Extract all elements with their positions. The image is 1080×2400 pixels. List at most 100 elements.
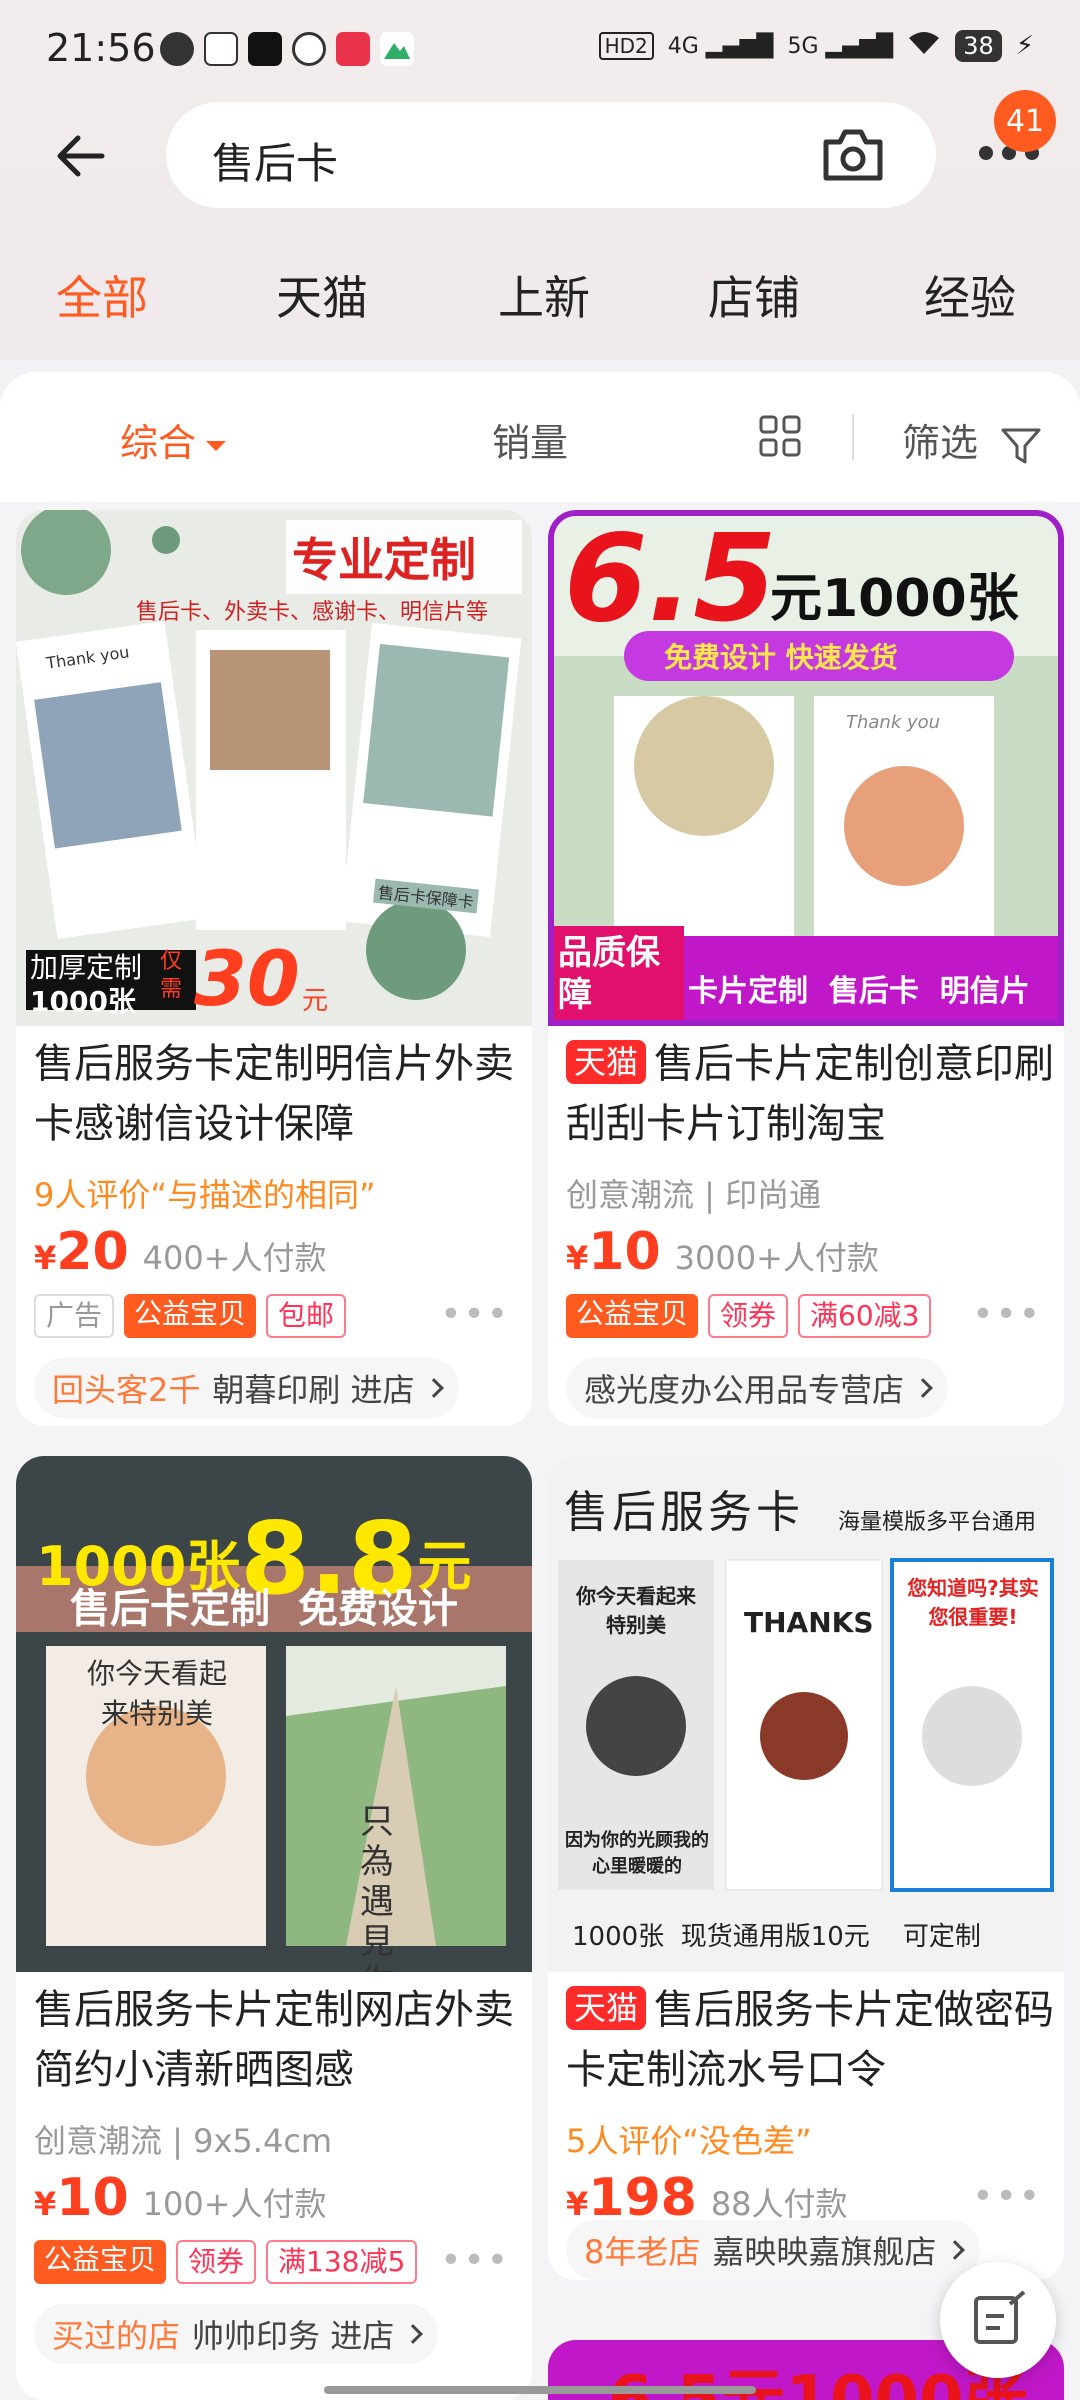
- back-button[interactable]: [50, 126, 110, 186]
- free-shipping-tag: 包邮: [266, 1294, 347, 1338]
- signal-5g-icon: 5G ▂▄▆█: [787, 33, 894, 59]
- paid-count: 100+人付款: [142, 2185, 327, 2223]
- currency-symbol: ¥: [34, 2185, 57, 2223]
- shop-link[interactable]: 回头客2千 朝暮印刷 进店: [34, 1358, 459, 1418]
- tab-all[interactable]: 全部: [56, 262, 148, 328]
- price-row: ¥ 10 100+人付款: [34, 2168, 327, 2228]
- ad-tag: 广告: [34, 1294, 115, 1338]
- product-image[interactable]: 1000张8.8元 售后卡定制 免费设计 你今天看起来特别美 只為遇見你: [16, 1456, 532, 1972]
- currency-symbol: ¥: [34, 1239, 57, 1277]
- product-title[interactable]: 售后服务卡片定制网店外卖简约小清新晒图感: [34, 1980, 524, 2100]
- product-title[interactable]: 售后服务卡定制明信片外卖卡感谢信设计保障: [34, 1034, 524, 1154]
- image-badge: 仅需: [160, 949, 183, 1002]
- more-dots-icon[interactable]: •••: [972, 1294, 1042, 1335]
- product-price: 198: [588, 2168, 697, 2228]
- product-card[interactable]: 1000张8.8元 售后卡定制 免费设计 你今天看起来特别美 只為遇見你 售后服…: [16, 1456, 532, 2400]
- charity-tag: 公益宝贝: [124, 1294, 257, 1338]
- edit-note-icon: [974, 2290, 1026, 2344]
- image-headline: 元1000张: [770, 569, 1019, 629]
- product-price: 10: [588, 1222, 661, 1282]
- status-indicators: HD2 4G ▂▄▆█ 5G ▂▄▆█ 38 ⚡: [598, 30, 1034, 62]
- filter-button[interactable]: 筛选: [902, 412, 1042, 467]
- status-time: 21:56: [46, 26, 156, 70]
- tmall-badge: 天猫: [566, 1986, 647, 2030]
- chevron-right-icon: [945, 2240, 966, 2260]
- image-card-text: 您知道吗?其实您很重要!: [907, 1576, 1039, 1629]
- product-price: 20: [56, 1222, 129, 1282]
- sort-bar: 综合 销量 筛选: [0, 372, 1080, 502]
- search-input[interactable]: 售后卡: [212, 130, 338, 191]
- product-title[interactable]: 天猫 售后服务卡片定做密码卡定制流水号口令: [566, 1980, 1056, 2100]
- charging-icon: ⚡: [1015, 31, 1034, 61]
- price-row: ¥ 20 400+人付款: [34, 1222, 327, 1282]
- tab-new[interactable]: 上新: [498, 262, 590, 328]
- image-card-text: 你今天看起来特别美: [86, 1657, 227, 1730]
- product-card[interactable]: 6.5 元1000张 免费设计 快速发货 Thank you 品质保障 卡片定制…: [548, 510, 1064, 1426]
- arrow-left-icon: [57, 135, 105, 177]
- shop-link[interactable]: 买过的店 帅帅印务 进店: [34, 2304, 439, 2364]
- app-notification-icon: [248, 32, 282, 66]
- image-headline: 售后服务卡: [564, 1487, 804, 1538]
- shop-name: 感光度办公用品专营店: [584, 1371, 905, 1409]
- message-count-badge: 41: [994, 90, 1056, 152]
- camera-icon[interactable]: [820, 126, 886, 184]
- image-bottom-text: 卡片定制 售后卡 明信片: [688, 974, 1030, 1009]
- shop-name: 帅帅印务 进店: [192, 2317, 395, 2355]
- charity-tag: 公益宝贝: [566, 1294, 699, 1338]
- home-indicator[interactable]: [324, 2386, 756, 2394]
- shop-link[interactable]: 8年老店 嘉映映嘉旗舰店: [566, 2220, 981, 2280]
- tab-experience[interactable]: 经验: [924, 262, 1016, 328]
- image-price: 30: [194, 934, 300, 1023]
- image-ribbon: 售后卡定制 免费设计: [70, 1586, 458, 1632]
- shop-name: 嘉映映嘉旗舰店: [712, 2233, 937, 2271]
- image-card-text: 只為遇見你: [360, 1802, 394, 1972]
- battery-icon: 38: [955, 30, 1002, 62]
- app-notification-icon: [292, 32, 326, 66]
- paid-count: 88人付款: [710, 2185, 848, 2223]
- caret-down-icon: [206, 440, 227, 451]
- tab-shops[interactable]: 店铺: [708, 262, 800, 328]
- image-card-text: 因为你的光顾我的心里暖暖的: [565, 1830, 709, 1877]
- tag-row: 公益宝贝 领券 满138减5: [34, 2240, 418, 2284]
- grid-view-icon[interactable]: [758, 414, 802, 462]
- more-dots-icon[interactable]: •••: [972, 2176, 1042, 2217]
- image-card-text: Thank you: [846, 712, 941, 733]
- product-attributes: 创意潮流 | 印尚通: [566, 1176, 822, 1214]
- currency-symbol: ¥: [566, 1239, 589, 1277]
- image-card-text: THANKS: [744, 1606, 874, 1639]
- product-card[interactable]: 专业定制 售后卡、外卖卡、感谢卡、明信片等 Thank you 售后卡保障卡 加…: [16, 510, 532, 1426]
- image-card-text: 你今天看起来特别美: [576, 1584, 696, 1637]
- product-title[interactable]: 天猫 售后卡片定制创意印刷刮刮卡片订制淘宝: [566, 1034, 1056, 1154]
- tab-tmall[interactable]: 天猫: [276, 262, 368, 328]
- floating-edit-button[interactable]: [940, 2262, 1056, 2378]
- paid-count: 3000+人付款: [674, 1239, 879, 1277]
- paid-count: 400+人付款: [142, 1239, 327, 1277]
- image-bottom-text: 1000张 现货通用版10元 可定制: [572, 1922, 981, 1952]
- product-image[interactable]: 专业定制 售后卡、外卖卡、感谢卡、明信片等 Thank you 售后卡保障卡 加…: [16, 510, 532, 1026]
- product-card[interactable]: 售后服务卡 海量模版多平台通用 你今天看起来特别美 因为你的光顾我的心里暖暖的 …: [548, 1456, 1064, 2280]
- coupon-tag: 领券: [176, 2240, 257, 2284]
- image-headline: 专业定制: [292, 533, 476, 587]
- shop-link[interactable]: 感光度办公用品专营店: [566, 1358, 949, 1418]
- shop-name: 朝暮印刷 进店: [212, 1371, 415, 1409]
- more-dots-icon[interactable]: •••: [440, 1294, 510, 1335]
- hd-icon: HD2: [598, 32, 654, 60]
- currency-symbol: ¥: [566, 2185, 589, 2223]
- more-dots-icon[interactable]: •••: [440, 2240, 510, 2281]
- sort-sales[interactable]: 销量: [492, 412, 568, 467]
- discount-tag: 满138减5: [266, 2240, 418, 2284]
- chevron-right-icon: [913, 1378, 933, 1398]
- product-attributes: 创意潮流 | 9x5.4cm: [34, 2122, 333, 2160]
- image-big-price: 6.5: [564, 510, 777, 649]
- product-review: 9人评价“与描述的相同”: [34, 1176, 376, 1214]
- product-price: 10: [56, 2168, 129, 2228]
- coupon-tag: 领券: [708, 1294, 789, 1338]
- image-quality-badge: 品质保障: [558, 933, 660, 1015]
- search-bar[interactable]: 售后卡: [166, 102, 936, 208]
- product-image[interactable]: 6.5 元1000张 免费设计 快速发货 Thank you 品质保障 卡片定制…: [548, 510, 1064, 1026]
- image-subtitle: 海量模版多平台通用: [838, 1510, 1037, 1535]
- sort-comprehensive[interactable]: 综合: [120, 412, 227, 467]
- product-image[interactable]: 售后服务卡 海量模版多平台通用 你今天看起来特别美 因为你的光顾我的心里暖暖的 …: [548, 1456, 1064, 1972]
- category-tabs: 全部 天猫 上新 店铺 经验: [0, 262, 1080, 342]
- app-notification-icon: [160, 32, 194, 66]
